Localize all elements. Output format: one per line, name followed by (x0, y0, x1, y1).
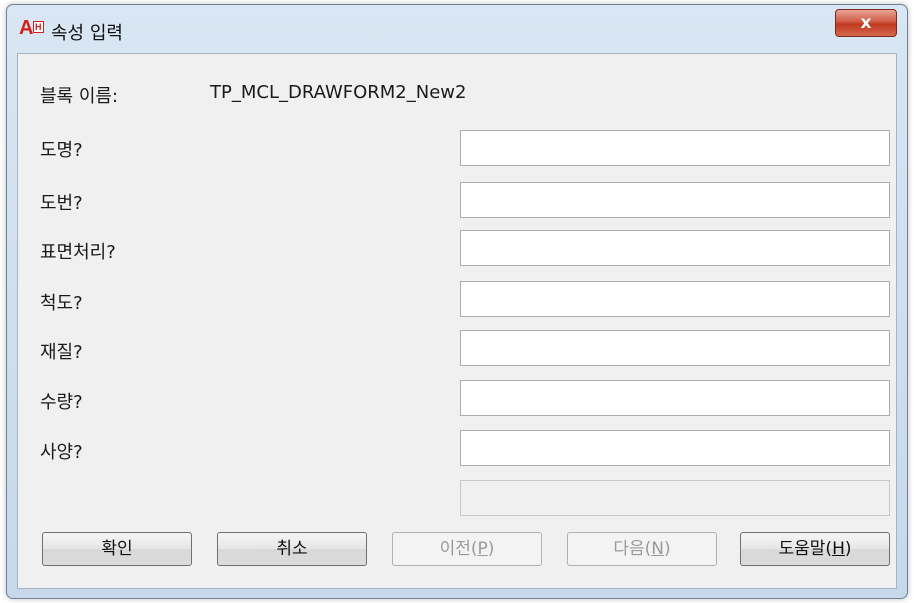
field-label-drawing-number: 도번? (40, 193, 83, 214)
ok-button[interactable]: 확인 (42, 532, 192, 566)
dialog-body: 블록 이름: TP_MCL_DRAWFORM2_New2 도명? 도번? 표면처… (17, 53, 897, 589)
surface-treatment-field[interactable] (460, 230, 890, 266)
block-name-label: 블록 이름: (40, 86, 119, 107)
extra-field-disabled (460, 480, 890, 516)
material-field[interactable] (460, 330, 890, 366)
next-button: 다음(N) (567, 532, 717, 566)
help-button[interactable]: 도움말(H) (740, 532, 890, 566)
scale-field[interactable] (460, 281, 890, 317)
field-label-quantity: 수량? (40, 392, 83, 413)
block-name-value: TP_MCL_DRAWFORM2_New2 (210, 82, 467, 103)
drawing-name-field[interactable] (460, 130, 890, 166)
autocad-icon: A H (19, 17, 44, 39)
field-label-material: 재질? (40, 342, 83, 363)
spec-field[interactable] (460, 430, 890, 466)
close-button[interactable]: x (835, 9, 897, 37)
field-label-drawing-name: 도명? (40, 140, 83, 161)
close-icon: x (860, 13, 872, 33)
title-bar[interactable]: A H 속성 입력 x (7, 5, 907, 53)
field-label-spec: 사양? (40, 442, 83, 463)
dialog-window: A H 속성 입력 x 블록 이름: TP_MCL_DRAWFORM2_New2… (6, 4, 908, 599)
field-label-surface-treatment: 표면처리? (40, 242, 116, 263)
field-label-scale: 척도? (40, 293, 83, 314)
drawing-number-field[interactable] (460, 182, 890, 218)
cancel-button[interactable]: 취소 (217, 532, 367, 566)
previous-button: 이전(P) (392, 532, 542, 566)
window-title: 속성 입력 (51, 23, 123, 44)
quantity-field[interactable] (460, 380, 890, 416)
